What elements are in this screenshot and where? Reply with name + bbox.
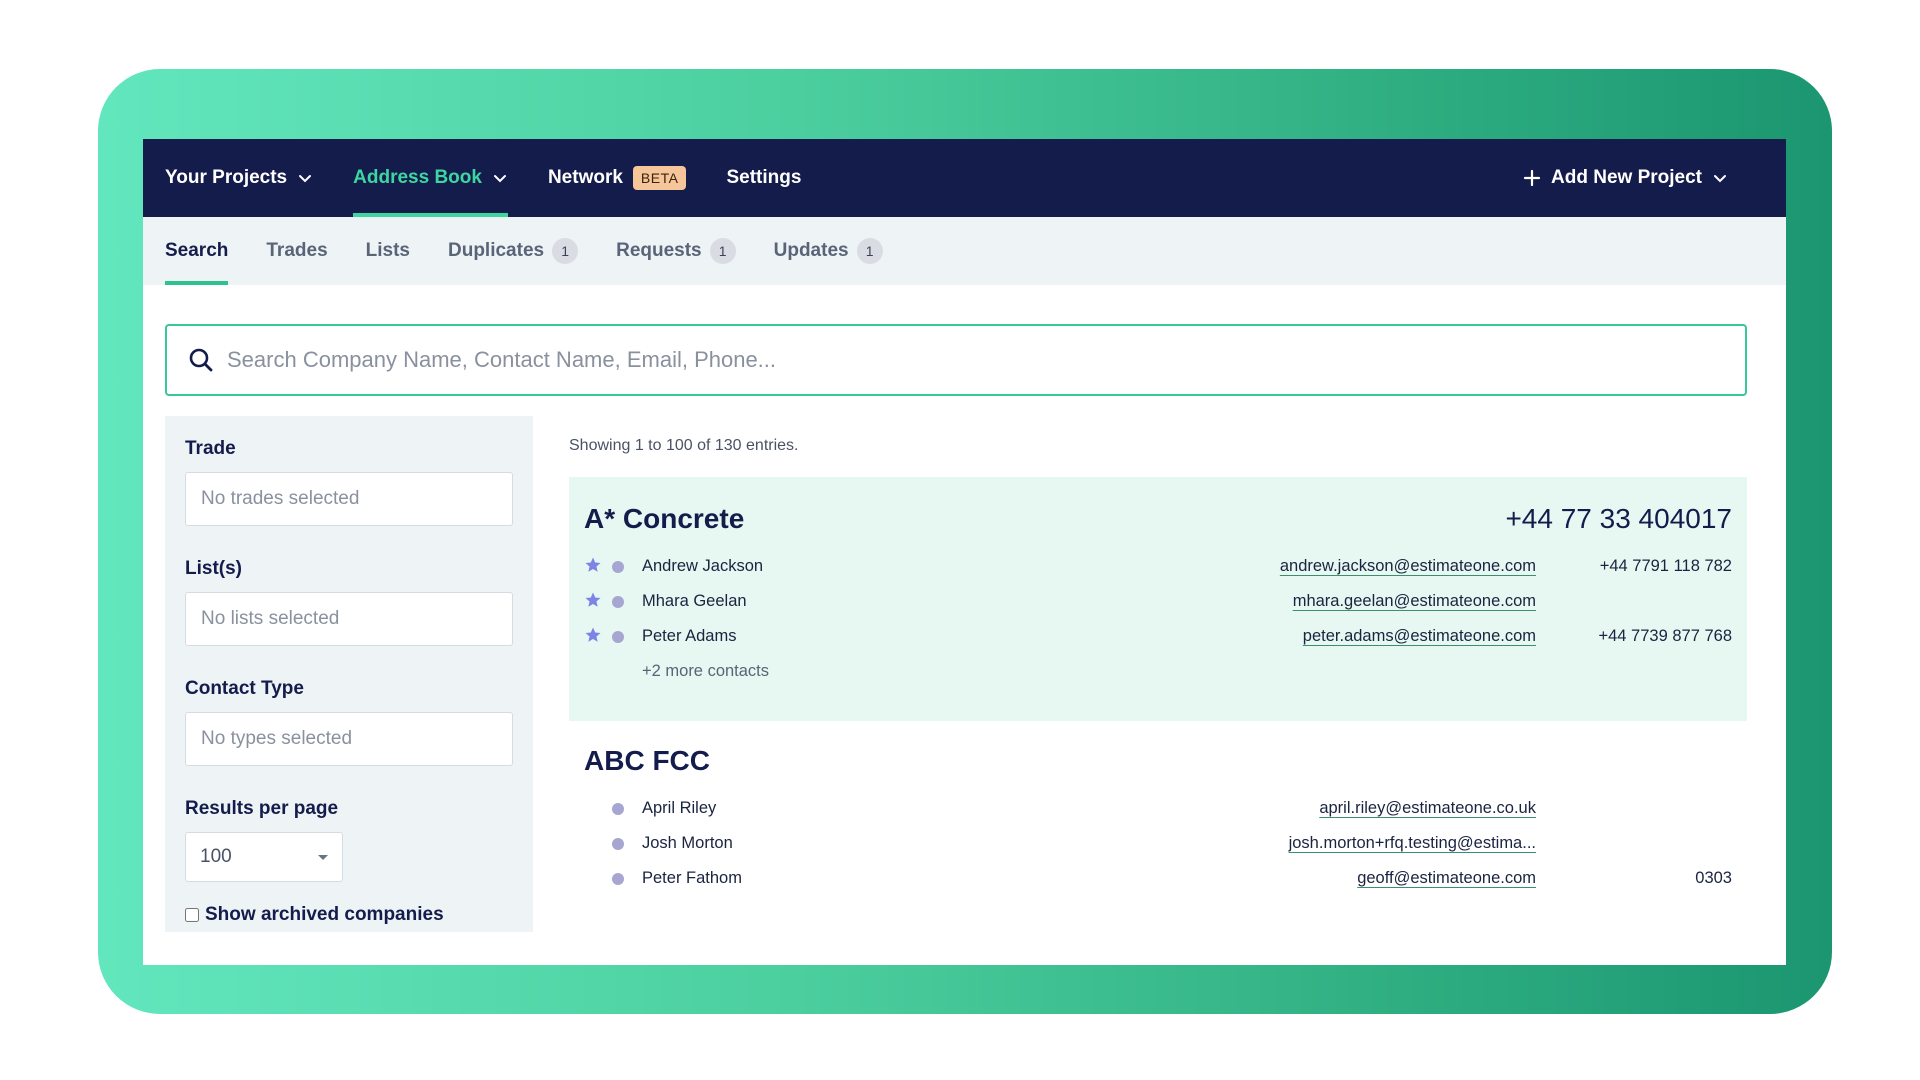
filter-panel: Trade No trades selected List(s) No list… bbox=[165, 416, 533, 932]
more-contacts-link[interactable]: +2 more contacts bbox=[584, 654, 1732, 689]
nav-settings[interactable]: Settings bbox=[726, 139, 801, 217]
search-input[interactable] bbox=[227, 330, 1745, 390]
trade-label: Trade bbox=[185, 438, 236, 459]
status-dot bbox=[612, 838, 624, 850]
count-badge: 1 bbox=[552, 238, 579, 264]
show-archived-toggle[interactable]: Show archived companies bbox=[185, 904, 513, 926]
nav-network[interactable]: Network BETA bbox=[548, 139, 687, 217]
contact-email[interactable]: josh.morton+rfq.testing@estima... bbox=[1289, 834, 1536, 853]
add-new-project-label: Add New Project bbox=[1551, 167, 1702, 188]
status-dot bbox=[612, 561, 624, 573]
company-name[interactable]: A* Concrete bbox=[584, 503, 744, 535]
contact-phone: 0303 bbox=[1695, 869, 1732, 887]
contact-name[interactable]: April Riley bbox=[642, 799, 716, 818]
contact-name[interactable]: Mhara Geelan bbox=[642, 592, 747, 611]
show-archived-label: Show archived companies bbox=[205, 904, 444, 925]
lists-placeholder: No lists selected bbox=[201, 608, 340, 629]
nav-your-projects[interactable]: Your Projects bbox=[165, 139, 313, 217]
contact-name[interactable]: Peter Fathom bbox=[642, 869, 742, 888]
sub-nav: Search Trades Lists Duplicates 1 Request… bbox=[143, 217, 1786, 285]
plus-icon bbox=[1523, 169, 1541, 187]
contact-name[interactable]: Andrew Jackson bbox=[642, 557, 763, 576]
results-per-page-label: Results per page bbox=[185, 798, 339, 819]
contact-email[interactable]: peter.adams@estimateone.com bbox=[1303, 627, 1536, 646]
lists-label: List(s) bbox=[185, 558, 242, 579]
beta-badge: BETA bbox=[632, 166, 687, 190]
star-icon[interactable] bbox=[584, 626, 602, 644]
top-nav: Your Projects Address Book Network BETA … bbox=[143, 139, 1786, 217]
contact-email[interactable]: mhara.geelan@estimateone.com bbox=[1293, 592, 1536, 611]
contact-phone: +44 7791 118 782 bbox=[1599, 557, 1732, 575]
contact-row: April Riley april.riley@estimateone.co.u… bbox=[584, 791, 1732, 826]
contact-row: Peter Fathom geoff@estimateone.com 0303 bbox=[584, 861, 1732, 896]
contact-name[interactable]: Josh Morton bbox=[642, 834, 733, 853]
contact-type-label: Contact Type bbox=[185, 678, 304, 699]
contact-phone: +44 7739 877 768 bbox=[1598, 627, 1732, 645]
tab-label: Updates bbox=[773, 240, 849, 261]
contact-email[interactable]: geoff@estimateone.com bbox=[1357, 869, 1536, 888]
results-per-page-select[interactable]: 100 bbox=[185, 832, 343, 882]
tab-label: Requests bbox=[616, 240, 702, 261]
nav-label: Settings bbox=[726, 167, 802, 188]
nav-label: Address Book bbox=[353, 167, 482, 188]
tab-trades[interactable]: Trades bbox=[266, 217, 327, 285]
caret-down-icon bbox=[318, 854, 328, 860]
company-name[interactable]: ABC FCC bbox=[584, 745, 710, 777]
tab-requests[interactable]: Requests 1 bbox=[616, 217, 736, 285]
search-icon bbox=[189, 348, 213, 372]
contact-email[interactable]: andrew.jackson@estimateone.com bbox=[1280, 557, 1536, 576]
contact-row: Peter Adams peter.adams@estimateone.com … bbox=[584, 619, 1732, 654]
results-summary: Showing 1 to 100 of 130 entries. bbox=[569, 437, 799, 454]
chevron-down-icon bbox=[1712, 170, 1728, 186]
contact-row: Andrew Jackson andrew.jackson@estimateon… bbox=[584, 549, 1732, 584]
trade-placeholder: No trades selected bbox=[201, 488, 360, 509]
star-icon[interactable] bbox=[584, 556, 602, 574]
company-card[interactable]: A* Concrete +44 77 33 404017 Andrew Jack… bbox=[569, 477, 1747, 721]
company-card[interactable]: ABC FCC April Riley april.riley@estimate… bbox=[569, 719, 1747, 939]
contact-type-select[interactable]: No types selected bbox=[185, 712, 513, 766]
contact-row: Mhara Geelan mhara.geelan@estimateone.co… bbox=[584, 584, 1732, 619]
lists-select[interactable]: No lists selected bbox=[185, 592, 513, 646]
count-badge: 1 bbox=[856, 238, 883, 264]
nav-label: Your Projects bbox=[165, 167, 288, 188]
nav-label: Network bbox=[547, 167, 623, 188]
status-dot bbox=[612, 596, 624, 608]
status-dot bbox=[612, 631, 624, 643]
tab-label: Lists bbox=[365, 240, 410, 261]
company-phone: +44 77 33 404017 bbox=[1505, 503, 1732, 534]
count-badge: 1 bbox=[709, 238, 736, 264]
show-archived-checkbox[interactable] bbox=[185, 908, 199, 922]
star-icon[interactable] bbox=[584, 591, 602, 609]
chevron-down-icon bbox=[492, 170, 508, 186]
search-box bbox=[165, 324, 1747, 396]
app-window: Your Projects Address Book Network BETA … bbox=[143, 139, 1786, 965]
add-new-project-button[interactable]: Add New Project bbox=[1523, 139, 1728, 217]
tab-label: Duplicates bbox=[448, 240, 545, 261]
status-dot bbox=[612, 803, 624, 815]
contact-name[interactable]: Peter Adams bbox=[642, 627, 736, 646]
trade-select[interactable]: No trades selected bbox=[185, 472, 513, 526]
nav-address-book[interactable]: Address Book bbox=[353, 139, 508, 217]
tab-lists[interactable]: Lists bbox=[366, 217, 410, 285]
chevron-down-icon bbox=[297, 170, 313, 186]
tab-label: Search bbox=[165, 240, 229, 261]
tab-duplicates[interactable]: Duplicates 1 bbox=[448, 217, 579, 285]
tab-search[interactable]: Search bbox=[165, 217, 229, 285]
status-dot bbox=[612, 873, 624, 885]
contact-row: Josh Morton josh.morton+rfq.testing@esti… bbox=[584, 826, 1732, 861]
contact-type-placeholder: No types selected bbox=[201, 728, 353, 749]
tab-updates[interactable]: Updates 1 bbox=[774, 217, 883, 285]
results-per-page-value: 100 bbox=[200, 846, 232, 867]
contact-email[interactable]: april.riley@estimateone.co.uk bbox=[1319, 799, 1536, 818]
tab-label: Trades bbox=[266, 240, 328, 261]
